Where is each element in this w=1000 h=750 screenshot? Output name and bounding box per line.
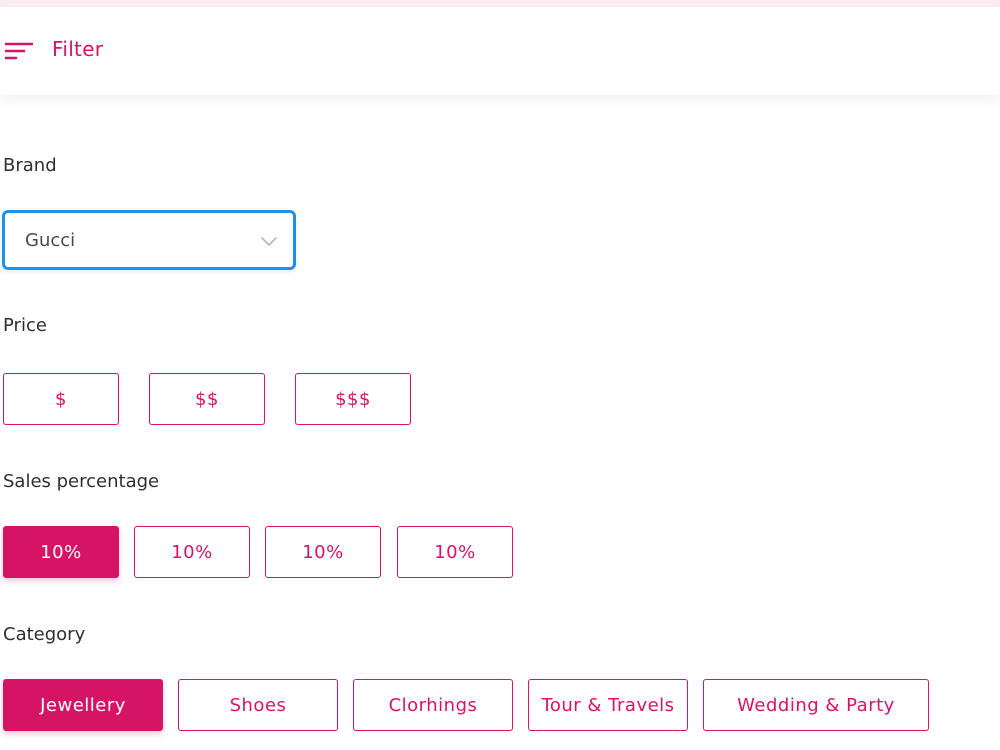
price-label: Price — [3, 315, 47, 336]
category-option-jewellery[interactable]: Jewellery — [3, 679, 163, 731]
chevron-down-icon — [261, 233, 277, 249]
sales-option-1[interactable]: 10% — [3, 526, 119, 578]
sales-option-3[interactable]: 10% — [265, 526, 381, 578]
price-option-2[interactable]: $$ — [149, 373, 265, 425]
top-strip — [0, 0, 1000, 7]
category-option-clothings[interactable]: Clorhings — [353, 679, 513, 731]
brand-dropdown[interactable]: Gucci — [2, 210, 296, 270]
filter-header: Filter — [0, 7, 1000, 95]
price-option-3[interactable]: $$$ — [295, 373, 411, 425]
price-option-1[interactable]: $ — [3, 373, 119, 425]
brand-selected-value: Gucci — [25, 230, 76, 251]
filter-lines-icon[interactable] — [4, 41, 34, 61]
sales-option-4[interactable]: 10% — [397, 526, 513, 578]
category-option-shoes[interactable]: Shoes — [178, 679, 338, 731]
category-option-tour-travels[interactable]: Tour & Travels — [528, 679, 688, 731]
brand-label: Brand — [3, 155, 57, 176]
sales-option-2[interactable]: 10% — [134, 526, 250, 578]
category-option-wedding-party[interactable]: Wedding & Party — [703, 679, 929, 731]
filter-title: Filter — [52, 37, 104, 61]
category-label: Category — [3, 624, 86, 645]
sales-label: Sales percentage — [3, 471, 160, 492]
